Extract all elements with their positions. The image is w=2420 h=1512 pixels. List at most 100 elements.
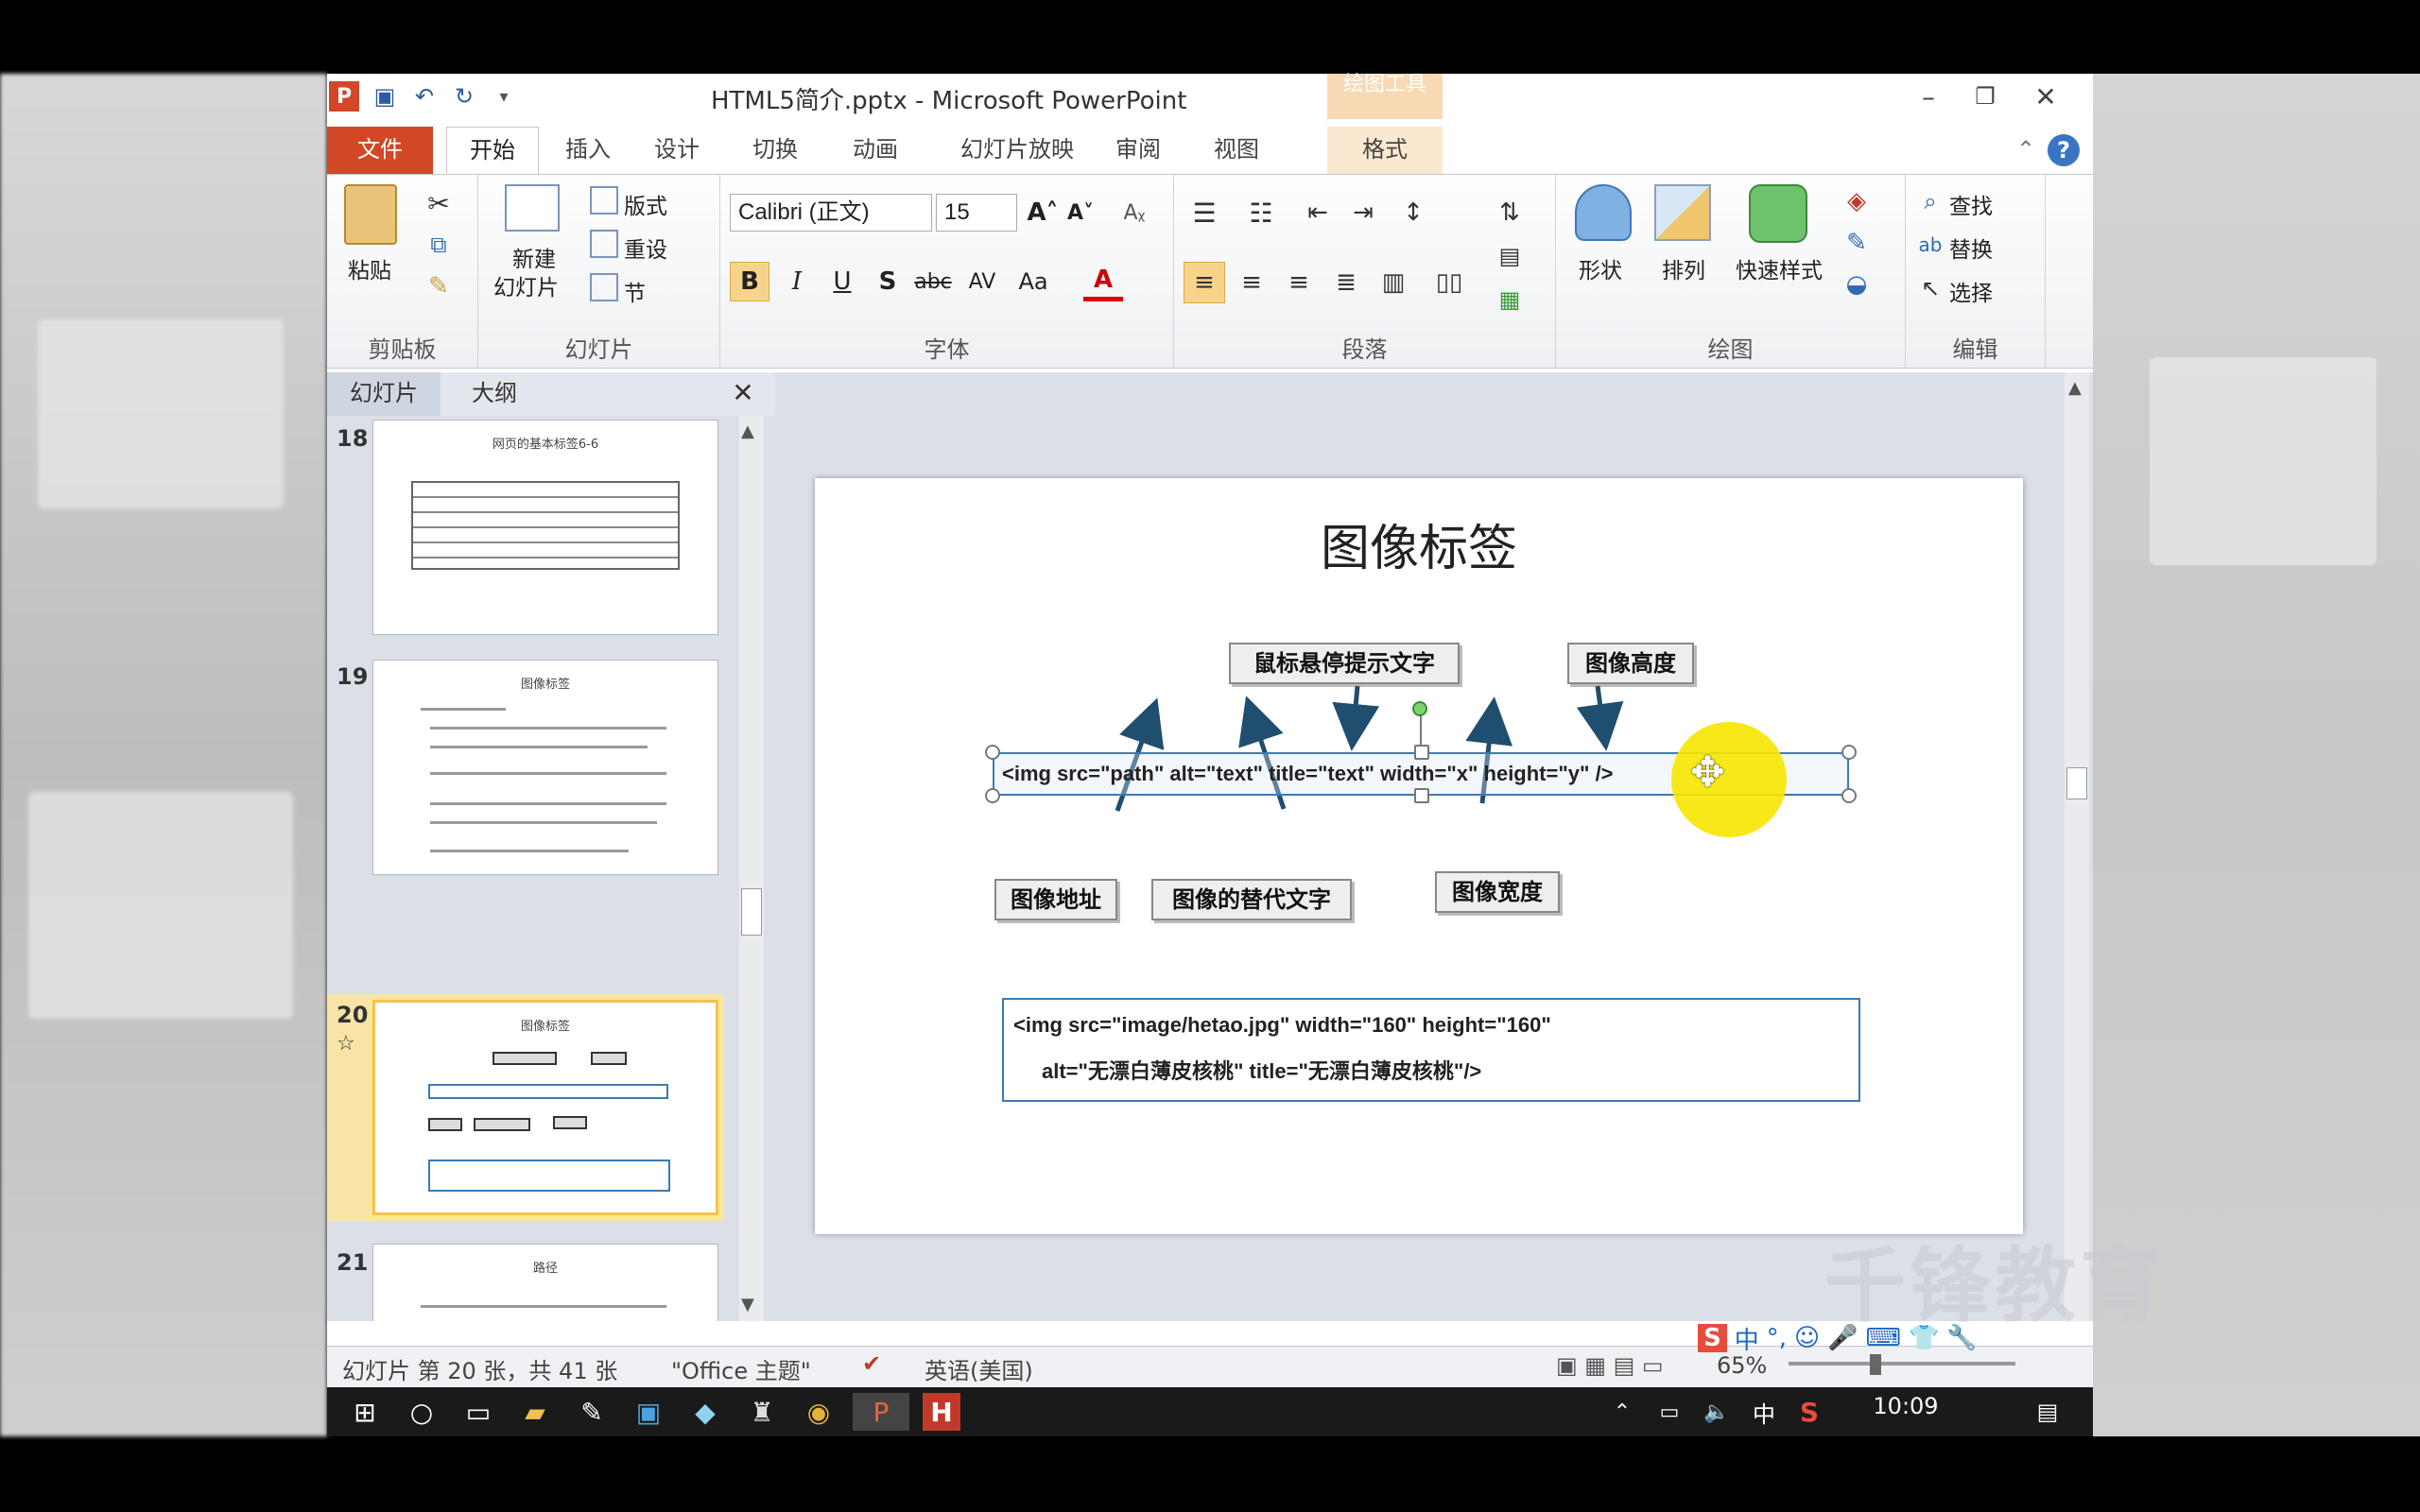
smartart-icon[interactable]: ▦	[1486, 281, 1533, 318]
tab-slides-pane[interactable]: 幻灯片	[327, 372, 441, 416]
minimize-icon[interactable]: –	[1902, 77, 1955, 115]
shadow-icon[interactable]: S	[868, 262, 908, 301]
resize-handle[interactable]	[1414, 788, 1429, 803]
cut-icon[interactable]: ✂	[422, 186, 456, 220]
quick-styles-button[interactable]: 快速样式	[1736, 252, 1823, 284]
microphone-icon[interactable]: 🎤	[1827, 1324, 1858, 1352]
grow-font-icon[interactable]: A˄	[1027, 196, 1059, 230]
arrange-button[interactable]: 排列	[1662, 252, 1705, 284]
new-slide-label2[interactable]: 幻灯片	[493, 269, 559, 301]
close-icon[interactable]: ✕	[2019, 77, 2072, 115]
strikethrough-icon[interactable]: abc	[913, 262, 953, 301]
editor-scrollbar[interactable]: ▲	[2065, 372, 2089, 1321]
replace-button[interactable]: 替换	[1949, 232, 1993, 264]
close-pane-icon[interactable]: ✕	[724, 372, 762, 416]
layout-icon[interactable]	[590, 186, 618, 215]
theme-name[interactable]: "Office 主题"	[671, 1352, 811, 1385]
shrink-font-icon[interactable]: A˅	[1064, 196, 1097, 230]
find-icon[interactable]: ⌕	[1915, 186, 1945, 216]
shape-effects-icon[interactable]: ◒	[1838, 267, 1876, 301]
shape-fill-icon[interactable]: ◈	[1838, 184, 1876, 218]
volume-icon[interactable]: 🔈	[1698, 1393, 1736, 1431]
paste-icon[interactable]	[344, 184, 397, 245]
tab-outline-pane[interactable]: 大纲	[442, 372, 546, 416]
help-icon[interactable]: ?	[2048, 134, 2080, 166]
task-view-icon[interactable]: ▭	[459, 1393, 497, 1431]
section-icon[interactable]	[590, 273, 618, 301]
tab-file[interactable]: 文件	[327, 127, 433, 174]
align-text-icon[interactable]: ▤	[1486, 237, 1533, 275]
tab-view[interactable]: 视图	[1199, 127, 1274, 174]
current-slide[interactable]: 图像标签 鼠标悬停提示文字 图像高度 图像地址 图像的替代文字 图像宽度 <im…	[815, 478, 2023, 1234]
undo-icon[interactable]: ↶	[410, 82, 439, 111]
columns-icon[interactable]: ▯▯	[1426, 262, 1473, 303]
bold-icon[interactable]: B	[730, 262, 769, 301]
distributed-icon[interactable]: ▥	[1373, 262, 1414, 303]
select-button[interactable]: 选择	[1949, 275, 1993, 307]
punctuation-icon[interactable]: °,	[1767, 1324, 1787, 1352]
tab-format[interactable]: 格式	[1327, 127, 1443, 174]
find-button[interactable]: 查找	[1949, 188, 1993, 220]
start-icon[interactable]: ⊞	[346, 1393, 384, 1431]
arrange-icon[interactable]	[1654, 184, 1711, 241]
scroll-up-icon[interactable]: ▲	[2068, 378, 2082, 398]
thumbnails-scrollbar[interactable]: ▲ ▼	[739, 416, 764, 1321]
copy-icon[interactable]: ⧉	[422, 228, 456, 262]
font-name-box[interactable]: Calibri (正文)	[730, 194, 932, 232]
resize-handle[interactable]	[1414, 745, 1429, 760]
chrome-icon[interactable]: ◉	[800, 1393, 838, 1431]
skin-icon[interactable]: 👕	[1909, 1324, 1939, 1352]
replace-icon[interactable]: ab	[1915, 230, 1945, 260]
italic-icon[interactable]: I	[777, 262, 817, 301]
tab-review[interactable]: 审阅	[1100, 127, 1176, 174]
example-code-textbox[interactable]: <img src="image/hetao.jpg" width="160" h…	[1002, 998, 1860, 1102]
char-spacing-icon[interactable]: AV	[962, 262, 1002, 301]
shapes-button[interactable]: 形状	[1579, 252, 1622, 284]
tools-icon[interactable]: 🔧	[1946, 1324, 1977, 1352]
app-icon[interactable]: ♜	[743, 1393, 781, 1431]
paint-icon[interactable]: ✎	[573, 1393, 611, 1431]
view-buttons[interactable]: ▣ ▦ ▤ ▭	[1556, 1352, 1664, 1379]
restore-icon[interactable]: ❐	[1959, 77, 2012, 115]
font-color-icon[interactable]: A	[1083, 262, 1123, 301]
tray-icons[interactable]: ⌃	[1603, 1393, 1641, 1431]
shapes-icon[interactable]	[1575, 184, 1632, 241]
font-size-box[interactable]: 15	[936, 194, 1017, 232]
emoji-icon[interactable]: ☺	[1794, 1324, 1820, 1352]
change-case-icon[interactable]: Aa	[1013, 262, 1053, 301]
save-icon[interactable]: ▣	[371, 82, 399, 111]
text-direction-icon[interactable]: ⇅	[1486, 194, 1533, 232]
powerpoint-taskbar-icon[interactable]: P	[853, 1393, 909, 1431]
justify-icon[interactable]: ≣	[1325, 262, 1367, 303]
resize-handle[interactable]	[1841, 745, 1857, 760]
thumbnail-slide[interactable]: 路径	[372, 1244, 718, 1321]
resize-handle[interactable]	[985, 788, 1000, 803]
align-right-icon[interactable]: ≡	[1278, 262, 1320, 303]
align-left-icon[interactable]: ≡	[1184, 262, 1225, 303]
quick-styles-icon[interactable]	[1749, 184, 1807, 243]
layout-button[interactable]: 版式	[624, 188, 667, 220]
file-explorer-icon[interactable]: ▰	[516, 1393, 554, 1431]
language[interactable]: 英语(美国)	[925, 1352, 1033, 1385]
tab-transitions[interactable]: 切换	[737, 127, 813, 174]
app-icon[interactable]: ▣	[630, 1393, 667, 1431]
spellcheck-icon[interactable]: ✔	[862, 1350, 881, 1377]
new-slide-icon[interactable]	[505, 184, 560, 232]
search-icon[interactable]: ○	[403, 1393, 441, 1431]
line-spacing-icon[interactable]: ↕	[1390, 194, 1437, 232]
hbuilder-icon[interactable]: H	[923, 1393, 960, 1431]
underline-icon[interactable]: U	[822, 262, 862, 301]
tab-slideshow[interactable]: 幻灯片放映	[951, 127, 1083, 174]
paste-button[interactable]: 粘贴	[348, 252, 391, 284]
new-slide-label1[interactable]: 新建	[512, 241, 556, 273]
tab-home[interactable]: 开始	[446, 127, 539, 174]
clear-formatting-icon[interactable]: Aᵪ	[1117, 196, 1151, 230]
collapse-ribbon-icon[interactable]: ⌃	[2012, 127, 2040, 174]
increase-indent-icon[interactable]: ⇥	[1344, 194, 1382, 232]
notification-icon[interactable]: ▤	[2029, 1393, 2066, 1431]
bullets-icon[interactable]: ☰	[1184, 194, 1225, 232]
tab-animations[interactable]: 动画	[838, 127, 913, 174]
app-icon[interactable]: ◆	[686, 1393, 724, 1431]
select-icon[interactable]: ↖	[1915, 273, 1945, 303]
rotation-handle[interactable]	[1412, 701, 1427, 716]
